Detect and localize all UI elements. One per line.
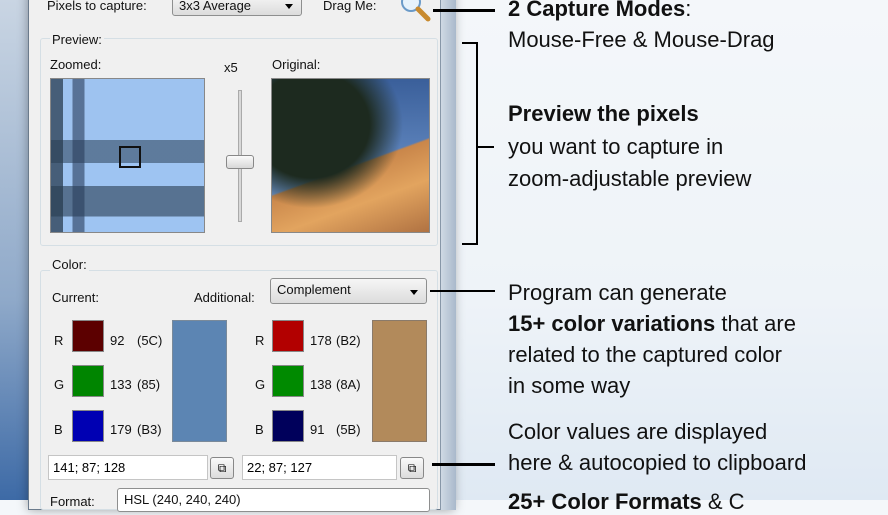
current-red-hex: (5C)	[137, 333, 163, 348]
additional-red-value: 178	[310, 333, 332, 348]
annotation-capture-title: 2 Capture Modes:	[508, 0, 692, 21]
additional-label: Additional:	[194, 290, 255, 305]
zoomed-preview-image	[50, 78, 205, 233]
channel-label: R	[54, 333, 64, 348]
annotation-gen-line: 15+ color variations that are	[508, 311, 796, 336]
annotation-preview-title: Preview the pixels	[508, 101, 699, 126]
additional-blue-hex: (5B)	[336, 422, 361, 437]
dropdown-value: 3x3 Average	[179, 0, 252, 13]
drag-me-label: Drag Me:	[323, 0, 377, 13]
original-label: Original:	[272, 57, 321, 72]
annotation-preview-line: zoom-adjustable preview	[508, 166, 752, 191]
channel-label: R	[255, 333, 265, 348]
pointer-line	[433, 9, 495, 12]
channel-label: B	[255, 422, 264, 437]
additional-red-swatch	[272, 320, 304, 352]
channel-label: G	[255, 377, 266, 392]
current-color-swatch	[172, 320, 227, 442]
bracket-pointer	[478, 146, 494, 148]
annotation-capture-sub: Mouse-Free & Mouse-Drag	[508, 27, 775, 52]
format-label: Format:	[50, 494, 95, 509]
additional-green-swatch	[272, 365, 304, 397]
pointer-line	[432, 463, 495, 466]
pointer-line	[430, 290, 495, 292]
annotation-values-line: here & autocopied to clipboard	[508, 450, 807, 475]
annotation-formats-line: 25+ Color Formats & C	[508, 489, 745, 514]
additional-red-hex: (B2)	[336, 333, 361, 348]
current-label: Current:	[52, 290, 99, 305]
preview-group-label: Preview:	[50, 32, 104, 47]
annotation-preview-line: you want to capture in	[508, 134, 724, 159]
additional-color-text-field[interactable]: 22; 87; 127	[242, 455, 397, 480]
chevron-down-icon	[410, 290, 418, 295]
zoom-slider-thumb[interactable]	[226, 155, 254, 169]
magnifier-drag-icon[interactable]	[398, 0, 432, 22]
pixels-to-capture-label: Pixels to capture:	[47, 0, 147, 13]
capture-box	[119, 146, 141, 168]
pixels-to-capture-dropdown[interactable]: 3x3 Average	[172, 0, 302, 16]
annotation-gen-line: in some way	[508, 373, 631, 398]
window-frame	[440, 0, 456, 510]
current-red-swatch	[72, 320, 104, 352]
bracket-bottom	[462, 243, 478, 245]
current-green-hex: (85)	[137, 377, 161, 392]
annotation-values-line: Color values are displayed	[508, 419, 768, 444]
current-blue-hex: (B3)	[137, 422, 162, 437]
additional-blue-swatch	[272, 410, 304, 442]
annotation-gen-line: Program can generate	[508, 280, 727, 305]
copy-icon[interactable]: ⧉	[400, 457, 424, 479]
current-blue-swatch	[72, 410, 104, 442]
dropdown-value: Complement	[277, 282, 351, 297]
additional-color-swatch	[372, 320, 427, 442]
bracket	[476, 42, 478, 245]
additional-green-hex: (8A)	[336, 377, 361, 392]
current-green-swatch	[72, 365, 104, 397]
current-red-value: 92	[110, 333, 125, 348]
current-color-text-field[interactable]: 141; 87; 128	[48, 455, 208, 480]
additional-dropdown[interactable]: Complement	[270, 278, 427, 304]
original-preview-image	[271, 78, 430, 233]
copy-icon[interactable]: ⧉	[210, 457, 234, 479]
format-dropdown[interactable]: HSL (240, 240, 240)	[117, 488, 430, 512]
desktop-background	[0, 0, 30, 500]
chevron-down-icon	[285, 4, 293, 9]
channel-label: B	[54, 422, 63, 437]
current-blue-value: 179	[110, 422, 132, 437]
additional-green-value: 138	[310, 377, 332, 392]
annotation-gen-line: related to the captured color	[508, 342, 782, 367]
zoom-level: x5	[224, 60, 238, 75]
current-green-value: 133	[110, 377, 132, 392]
channel-label: G	[54, 377, 65, 392]
color-group-label: Color:	[50, 257, 89, 272]
zoomed-label: Zoomed:	[50, 57, 102, 72]
additional-blue-value: 91	[310, 422, 325, 437]
